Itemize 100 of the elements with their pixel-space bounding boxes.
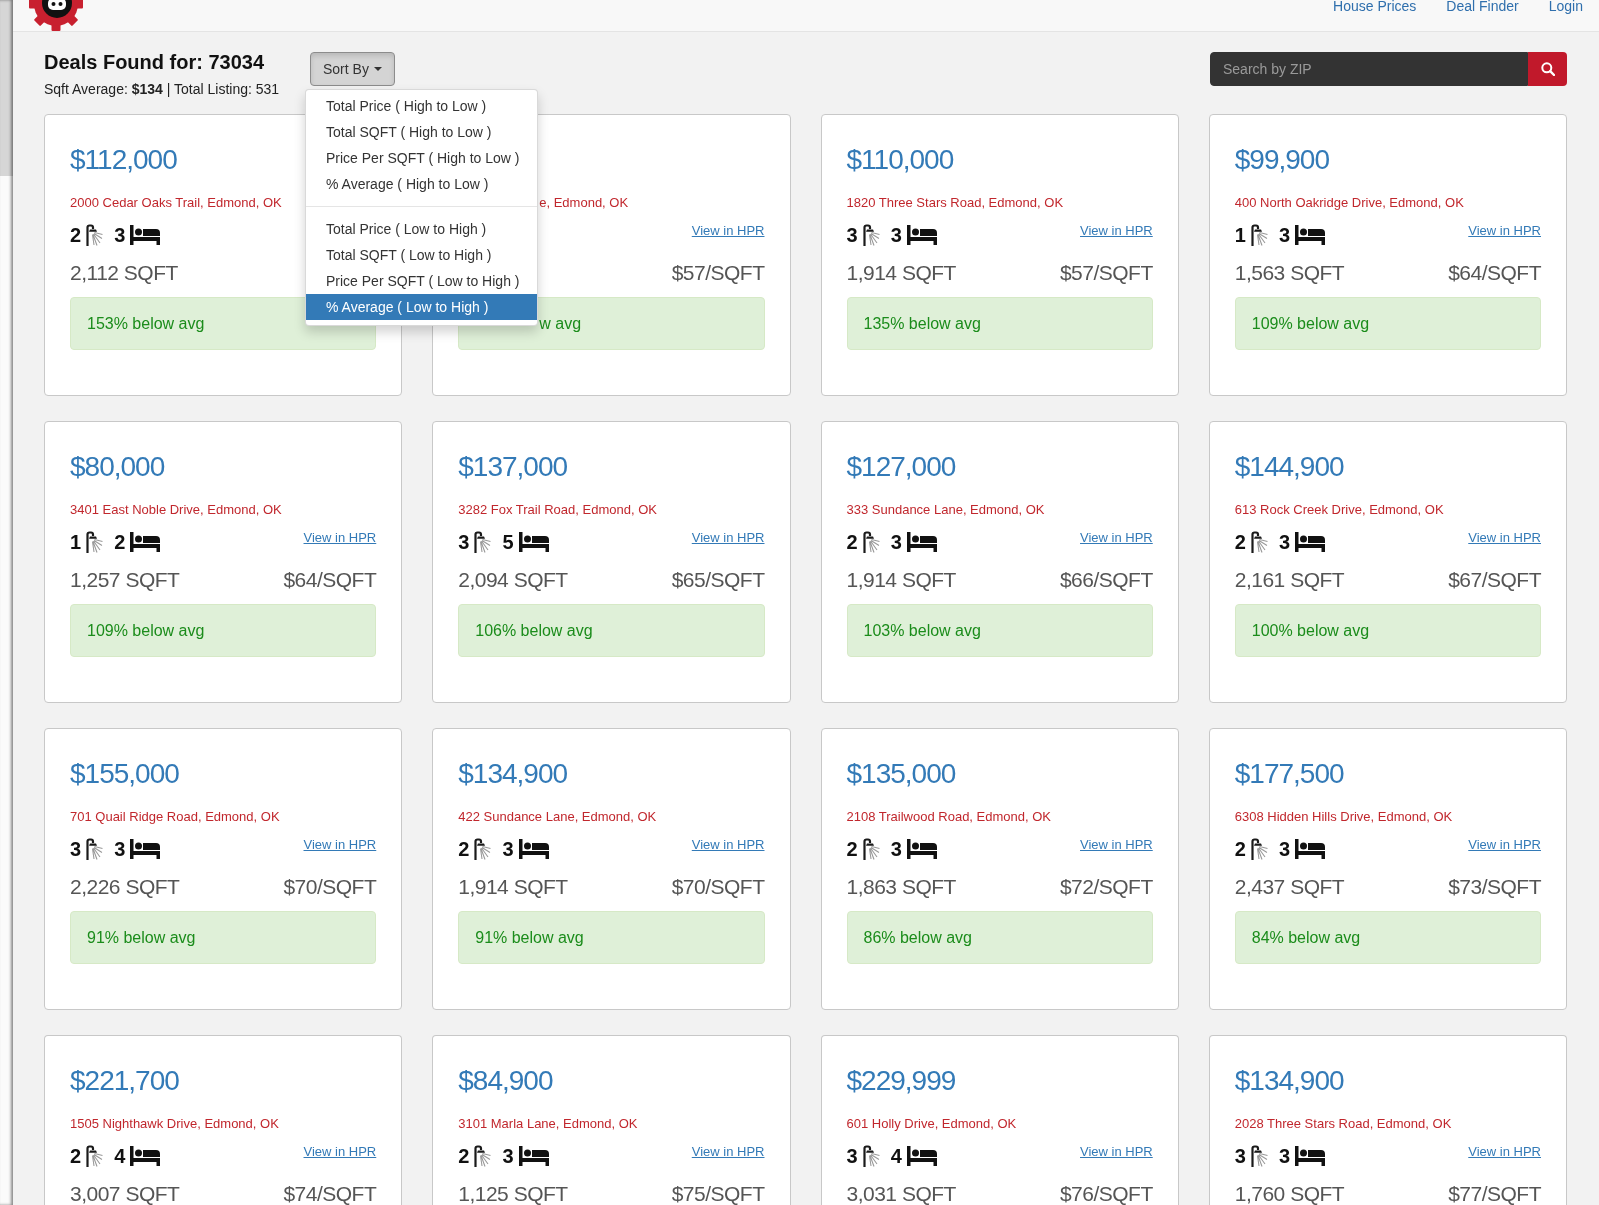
view-in-hpr-link[interactable]: View in HPR [1080,530,1153,546]
view-in-hpr-link[interactable]: View in HPR [691,223,765,239]
bed-icon [130,532,161,552]
bed-icon [130,839,161,859]
bed-icon [1295,1146,1325,1166]
view-in-hpr-link[interactable]: View in HPR [303,837,377,853]
bath-count: 2 [458,837,470,861]
price-per-sqft: $70/SQFT [283,875,377,899]
sort-option[interactable]: Price Per SQFT ( High to Low ) [306,145,537,171]
listing-price: $155,000 [70,757,179,791]
square-footage: 1,563 SQFT [1234,261,1345,285]
listing-price: $221,700 [70,1064,179,1098]
bed-count: 3 [502,1144,514,1168]
view-in-hpr-link[interactable]: View in HPR [303,530,377,546]
price-per-sqft: $65/SQFT [671,568,765,592]
zip-search-field[interactable]: Search by ZIP [1210,52,1528,86]
bed-icon [518,532,549,552]
sort-option[interactable]: Price Per SQFT ( Low to High ) [306,268,537,294]
price-per-sqft: $72/SQFT [1059,875,1153,899]
listing-address: 613 Rock Creek Drive, Edmond, OK [1234,501,1444,519]
shower-icon [473,838,492,860]
square-footage: 1,914 SQFT [846,261,956,285]
bath-count: 3 [846,223,858,247]
view-in-hpr-link[interactable]: View in HPR [1080,1144,1153,1160]
sort-option[interactable]: Total Price ( Low to High ) [306,216,537,242]
bed-count: 4 [890,1144,902,1168]
view-in-hpr-link[interactable]: View in HPR [303,1144,377,1160]
price-per-sqft: $70/SQFT [671,875,765,899]
view-in-hpr-link[interactable]: View in HPR [1468,223,1541,239]
listing-address: 422 Sundance Lane, Edmond, OK [458,808,657,826]
bath-count: 1 [1234,223,1246,247]
nav-link[interactable]: House Prices [1333,0,1417,12]
listing-address: 3282 Fox Trail Road, Edmond, OK [458,501,657,519]
listing-price: $229,999 [846,1064,956,1098]
bed-icon [906,839,937,859]
sort-option[interactable]: Total SQFT ( High to Low ) [306,119,537,145]
listing-price: $127,000 [846,450,956,484]
listing-stats-text: Sqft Average: $134 | Total Listing: 531 [44,80,280,99]
price-per-sqft: $74/SQFT [283,1182,377,1205]
shower-icon [1249,224,1268,246]
nav-link[interactable]: Login [1548,0,1583,12]
view-in-hpr-link[interactable]: View in HPR [1468,1144,1541,1160]
view-in-hpr-link[interactable]: View in HPR [1080,223,1153,239]
shower-icon [85,531,104,553]
square-footage: 1,257 SQFT [70,568,180,592]
bed-count: 3 [502,837,514,861]
listing-price: $137,000 [458,450,568,484]
listing-address: 400 North Oakridge Drive, Edmond, OK [1234,194,1464,212]
savings-text: 153% below avg [87,313,205,334]
listing-address: 601 Holly Drive, Edmond, OK [846,1115,1017,1133]
view-in-hpr-link[interactable]: View in HPR [1468,530,1541,546]
sort-by-button[interactable]: Sort By [310,52,395,86]
shower-icon [861,1145,880,1167]
savings-text: w avg [539,313,582,334]
listing-address: e, Edmond, OK [539,194,629,212]
price-per-sqft: $64/SQFT [283,568,377,592]
bed-count: 3 [1278,1144,1290,1168]
listing-price: $134,900 [1234,1064,1344,1098]
listing-address: 701 Quail Ridge Road, Edmond, OK [70,808,280,826]
price-per-sqft: $64/SQFT [1448,261,1541,285]
bath-count: 3 [70,837,82,861]
bath-count: 2 [1234,837,1246,861]
sort-option[interactable]: Total Price ( High to Low ) [306,93,537,119]
price-per-sqft: $77/SQFT [1448,1182,1541,1205]
search-button[interactable] [1528,52,1567,86]
shower-icon [473,1145,492,1167]
square-footage: 1,914 SQFT [458,875,568,899]
price-per-sqft: $57/SQFT [671,261,765,285]
savings-text: 91% below avg [87,927,196,948]
bed-count: 5 [502,530,514,554]
price-per-sqft: $67/SQFT [1448,568,1541,592]
view-in-hpr-link[interactable]: View in HPR [1468,837,1541,853]
shower-icon [1249,531,1268,553]
listing-address: 2000 Cedar Oaks Trail, Edmond, OK [70,194,282,212]
shower-icon [85,224,104,246]
listing-price: $110,000 [846,143,954,177]
savings-text: 91% below avg [475,927,584,948]
bed-count: 2 [114,530,126,554]
savings-text: 84% below avg [1251,927,1361,948]
view-in-hpr-link[interactable]: View in HPR [691,1144,765,1160]
listing-address: 1505 Nighthawk Drive, Edmond, OK [70,1115,279,1133]
nav-link[interactable]: Deal Finder [1446,0,1519,12]
view-in-hpr-link[interactable]: View in HPR [691,837,765,853]
listing-price: $144,900 [1234,450,1344,484]
listing-address: 2028 Three Stars Road, Edmond, OK [1234,1115,1452,1133]
savings-text: 86% below avg [863,927,972,948]
price-per-sqft: $75/SQFT [671,1182,765,1205]
sort-option[interactable]: Total SQFT ( Low to High ) [306,242,537,268]
bed-icon [1295,532,1325,552]
listing-price: $112,000 [70,143,177,177]
shower-icon [473,531,492,553]
savings-text: 106% below avg [475,620,593,641]
view-in-hpr-link[interactable]: View in HPR [1080,837,1153,853]
view-in-hpr-link[interactable]: View in HPR [691,530,765,546]
sort-option[interactable]: % Average ( High to Low ) [306,171,537,197]
sort-option[interactable]: % Average ( Low to High ) [306,294,537,320]
price-per-sqft: $66/SQFT [1059,568,1153,592]
square-footage: 3,031 SQFT [846,1182,956,1205]
price-per-sqft: $73/SQFT [1448,875,1541,899]
shower-icon [85,838,104,860]
